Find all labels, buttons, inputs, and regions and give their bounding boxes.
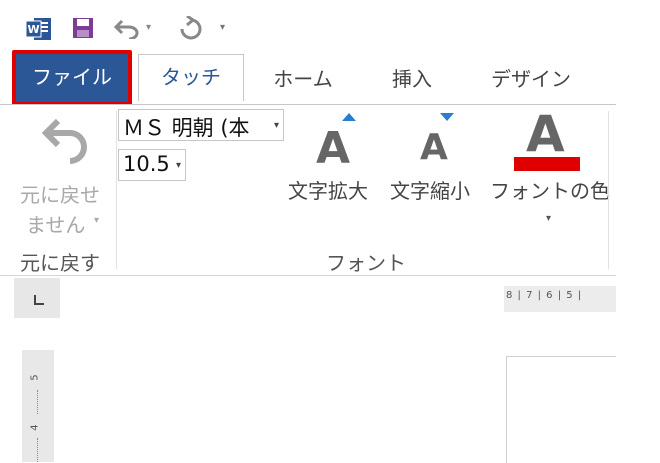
- ribbon-tabs: ファイル タッチ ホーム 挿入 デザイン: [0, 48, 660, 106]
- undo-icon[interactable]: [114, 17, 140, 39]
- word-icon[interactable]: W: [26, 16, 52, 42]
- grow-font-button[interactable]: A 文字拡大: [288, 105, 388, 205]
- font-color-label: フォントの色: [490, 179, 610, 203]
- group-divider: [116, 111, 117, 269]
- ruler-number: 5: [29, 374, 41, 381]
- redo-icon[interactable]: [178, 16, 204, 42]
- undo-button-label-line1: 元に戻せ: [20, 183, 100, 207]
- quick-access-toolbar: W ▾ ▾: [0, 0, 660, 48]
- undo-group-label: 元に戻す: [20, 251, 100, 275]
- customize-qat-icon[interactable]: ▾: [220, 22, 225, 33]
- tab-design[interactable]: デザイン: [476, 62, 586, 100]
- ruler-ticks: [37, 438, 39, 462]
- font-size-value: 10.5: [123, 152, 170, 176]
- tab-insert[interactable]: 挿入: [372, 62, 452, 100]
- ribbon-panel: 元に戻せ ません ▾ 元に戻す ＭＳ 明朝 (本 ▾ 10.5 ▾ A 文字拡大…: [0, 104, 616, 276]
- grow-font-icon: A: [316, 123, 351, 174]
- tab-touch[interactable]: タッチ: [138, 54, 244, 101]
- svg-text:W: W: [28, 23, 40, 36]
- shrink-arrow-icon: [440, 113, 454, 121]
- ruler-ticks: [37, 390, 39, 414]
- undo-button-label-line2: ません: [26, 213, 86, 237]
- save-icon[interactable]: [72, 17, 94, 39]
- chevron-down-icon[interactable]: ▾: [176, 160, 181, 171]
- group-divider: [608, 111, 609, 269]
- font-color-swatch: [514, 157, 580, 171]
- tab-file-label: ファイル: [32, 65, 112, 89]
- left-tab-icon: [34, 295, 44, 305]
- grow-arrow-icon: [342, 113, 356, 121]
- window-background: [616, 104, 660, 462]
- font-name-value: ＭＳ 明朝 (本: [123, 116, 250, 140]
- chevron-down-icon[interactable]: ▾: [546, 213, 551, 224]
- horizontal-ruler[interactable]: 8 | 7 | 6 | 5 |: [504, 286, 616, 312]
- chevron-down-icon[interactable]: ▾: [274, 120, 279, 131]
- shrink-font-icon: A: [420, 127, 448, 168]
- font-color-button[interactable]: A フォントの色 ▾: [490, 105, 610, 225]
- font-size-combobox[interactable]: 10.5 ▾: [118, 149, 186, 181]
- undo-dropdown-icon[interactable]: ▾: [146, 22, 151, 33]
- vertical-ruler[interactable]: 5 4: [22, 350, 54, 462]
- font-group-label: フォント: [326, 251, 406, 275]
- ruler-number: 4: [29, 424, 41, 431]
- grow-font-label: 文字拡大: [288, 179, 368, 203]
- shrink-font-button[interactable]: A 文字縮小: [390, 105, 490, 205]
- tab-stop-selector[interactable]: [14, 278, 60, 318]
- shrink-font-label: 文字縮小: [390, 179, 470, 203]
- document-page[interactable]: [506, 356, 617, 463]
- undo-dropdown-arrow-icon[interactable]: ▾: [94, 215, 99, 226]
- ruler-tick-labels: 8 | 7 | 6 | 5 |: [506, 290, 583, 301]
- tab-file[interactable]: ファイル: [12, 50, 132, 106]
- tab-home[interactable]: ホーム: [258, 62, 348, 100]
- font-name-combobox[interactable]: ＭＳ 明朝 (本 ▾: [118, 109, 284, 141]
- undo-large-icon[interactable]: [40, 115, 92, 167]
- font-color-icon: A: [526, 105, 565, 163]
